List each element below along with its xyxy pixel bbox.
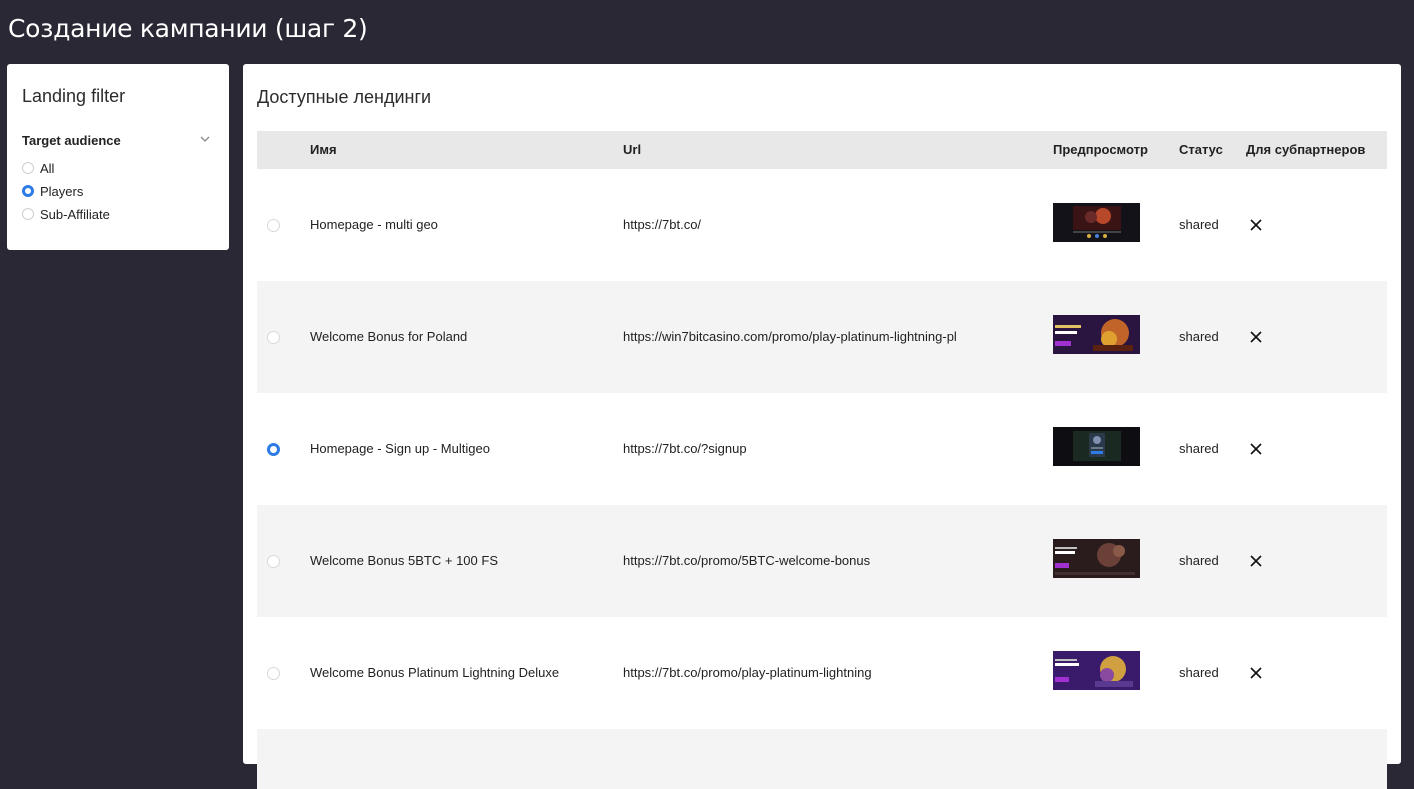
row-select-radio[interactable]: [267, 555, 280, 568]
radio-players[interactable]: [22, 185, 34, 197]
chevron-down-icon[interactable]: [200, 134, 210, 144]
landing-url: https://7bt.co/promo/5BTC-welcome-bonus: [623, 553, 871, 568]
close-icon: [1250, 555, 1262, 567]
row-select-radio[interactable]: [267, 219, 280, 232]
column-subpartners: Для субпартнеров: [1246, 142, 1366, 157]
landing-url: https://7bt.co/?signup: [623, 441, 747, 456]
column-url: Url: [623, 142, 642, 157]
row-select-radio[interactable]: [267, 443, 280, 456]
landings-table: Имя Url Предпросмотр Статус Для субпартн…: [257, 131, 1387, 789]
landing-status: shared: [1179, 329, 1219, 344]
row-select-radio[interactable]: [267, 667, 280, 680]
table-header: Имя Url Предпросмотр Статус Для субпартн…: [257, 131, 1387, 169]
landing-name: Welcome Bonus Platinum Lightning Deluxe: [310, 665, 560, 680]
landing-preview-thumbnail[interactable]: [1053, 203, 1140, 242]
landing-name: Welcome Bonus for Poland: [310, 329, 468, 344]
column-preview: Предпросмотр: [1053, 142, 1148, 157]
table-row[interactable]: Welcome Bonus for Poland https://win7bit…: [257, 281, 1387, 393]
table-row[interactable]: Welcome Bonus Platinum Lightning Deluxe …: [257, 617, 1387, 729]
landing-preview-thumbnail[interactable]: [1053, 427, 1140, 466]
radio-sub-affiliate[interactable]: [22, 208, 34, 220]
audience-option-sub-affiliate[interactable]: Sub-Affiliate: [22, 205, 110, 223]
column-status: Статус: [1179, 142, 1223, 157]
landing-url: https://win7bitcasino.com/promo/play-pla…: [623, 329, 957, 344]
landing-name: Homepage - multi geo: [310, 217, 438, 232]
landing-url: https://7bt.co/: [623, 217, 702, 232]
landing-url: https://7bt.co/promo/play-platinum-light…: [623, 665, 872, 680]
landing-filter-panel: Landing filter Target audience All Playe…: [7, 64, 229, 250]
audience-option-label: Sub-Affiliate: [40, 206, 110, 222]
landings-title: Доступные лендинги: [257, 87, 432, 107]
landings-panel: Доступные лендинги Имя Url Предпросмотр …: [243, 64, 1401, 789]
landing-status: shared: [1179, 553, 1219, 568]
column-name: Имя: [310, 142, 337, 157]
table-row[interactable]: Homepage - Sign up - Multigeo https://7b…: [257, 393, 1387, 505]
close-icon: [1250, 443, 1262, 455]
landing-preview-thumbnail[interactable]: [1053, 315, 1140, 354]
close-icon: [1250, 667, 1262, 679]
landing-name: Welcome Bonus 5BTC + 100 FS: [310, 553, 498, 568]
landing-status: shared: [1179, 217, 1219, 232]
target-audience-label[interactable]: Target audience: [22, 133, 121, 148]
filter-title: Landing filter: [22, 86, 126, 106]
audience-option-all[interactable]: All: [22, 159, 54, 177]
table-row[interactable]: Homepage - multi geo https://7bt.co/ sha…: [257, 169, 1387, 281]
audience-option-label: Players: [40, 183, 84, 199]
radio-all[interactable]: [22, 162, 34, 174]
landing-preview-thumbnail[interactable]: [1053, 539, 1140, 578]
close-icon: [1250, 331, 1262, 343]
audience-option-players[interactable]: Players: [22, 182, 83, 200]
landing-preview-thumbnail[interactable]: [1053, 651, 1140, 690]
page-title: Создание кампании (шаг 2): [8, 14, 368, 43]
landing-status: shared: [1179, 441, 1219, 456]
table-row[interactable]: [257, 729, 1387, 789]
table-row[interactable]: Welcome Bonus 5BTC + 100 FS https://7bt.…: [257, 505, 1387, 617]
landing-status: shared: [1179, 665, 1219, 680]
landing-name: Homepage - Sign up - Multigeo: [310, 441, 490, 456]
row-select-radio[interactable]: [267, 331, 280, 344]
close-icon: [1250, 219, 1262, 231]
audience-option-label: All: [40, 160, 55, 176]
